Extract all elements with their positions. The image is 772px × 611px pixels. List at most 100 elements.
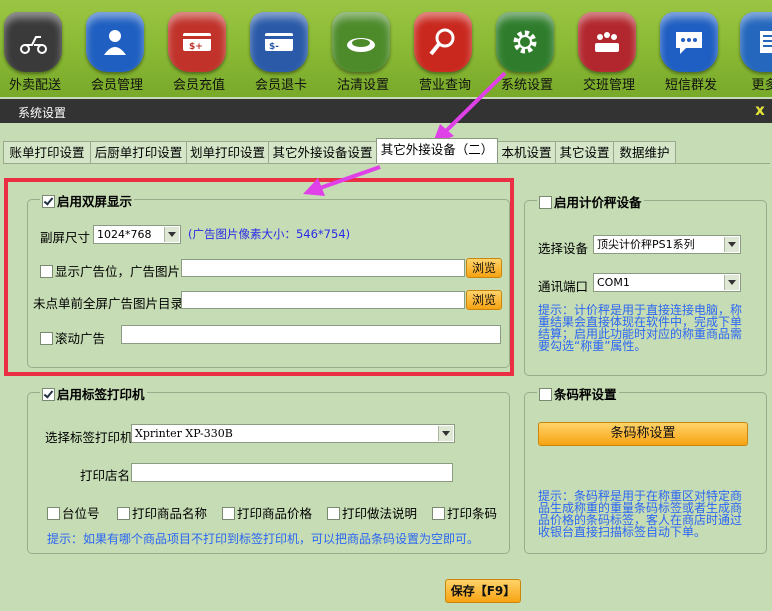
tab-external-devices-2[interactable]: 其它外接设备（二） [376,138,498,163]
method-desc-checkbox[interactable] [327,507,340,520]
tab-checkoff-print[interactable]: 划单打印设置 [186,141,269,163]
barcode-tip-line: 收银台直接扫描标签自动下单。 [538,525,707,539]
pixel-size-hint: (广告图片像素大小：546*754) [188,227,351,241]
svg-text:$+: $+ [189,42,203,52]
resolution-value: 1024*768 [97,228,152,241]
scroll-ad-input[interactable] [121,325,501,344]
browse-fullscreen-dir-button[interactable]: 浏览 [466,290,502,310]
dual-screen-legend[interactable]: 启用双屏显示 [40,191,135,210]
product-price-checkbox[interactable] [222,507,235,520]
dual-screen-title: 启用双屏显示 [57,194,133,209]
toolbar-item-more[interactable]: 更多功 [730,8,772,94]
printer-select-label: 选择标签打印机 [45,430,133,445]
barcode-checkbox[interactable] [432,507,445,520]
toolbar-item-label: 会员退卡 [254,78,307,93]
chevron-down-icon [724,237,739,252]
opt-barcode[interactable]: 打印条码 [432,503,497,522]
toolbar-item-label: 沽清设置 [336,78,389,93]
scale-tip-line: 要勾选“称重”属性。 [538,339,647,353]
table-no-checkbox[interactable] [47,507,60,520]
chevron-down-icon [164,227,179,242]
toolbar-item-delivery[interactable]: 外卖配送 [0,8,76,94]
label-printer-checkbox[interactable] [42,388,55,401]
dialog-title: 系统设置 [18,106,67,120]
ad-image-input[interactable] [181,259,465,277]
tab-other-settings[interactable]: 其它设置 [555,141,614,163]
toolbar-item-recharge[interactable]: $+ 会员充值 [158,8,240,94]
scroll-ad-option[interactable]: 滚动广告 [40,328,105,347]
tab-divider [3,163,770,164]
barcode-scale-title: 条码秤设置 [554,387,617,402]
scooter-icon [4,12,62,72]
tab-local-settings[interactable]: 本机设置 [497,141,556,163]
gear-icon [496,12,554,72]
toolbar-item-label: 更多功 [751,78,772,93]
tab-kitchen-print[interactable]: 后厨单打印设置 [90,141,187,163]
dialog-titlebar: 系统设置 x [0,99,772,123]
show-ad-checkbox[interactable] [40,265,53,278]
printer-value: Xprinter XP-330B [135,427,233,440]
toolbar-item-shift[interactable]: 交班管理 [568,8,650,94]
barcode-scale-tip: 提示：条码秤是用于在称重区对特定商 品生成称重的重量条码标签或者生成商 品价格的… [538,490,758,538]
scroll-ad-checkbox[interactable] [40,332,53,345]
toolbar-item-business-query[interactable]: 营业查询 [404,8,486,94]
resolution-select[interactable]: 1024*768 [93,225,181,244]
opt-product-name[interactable]: 打印商品名称 [117,503,207,522]
main-toolbar: 外卖配送 会员管理 $+ 会员充值 $- 会员退卡 沽清设置 营业查询 系统设置 [0,0,772,97]
scale-legend[interactable]: 启用计价秤设备 [537,192,644,211]
search-icon [414,12,472,72]
option-label: 打印商品价格 [237,506,313,521]
toolbar-item-member[interactable]: 会员管理 [76,8,158,94]
member-icon [86,12,144,72]
shop-name-input[interactable] [131,463,453,482]
barcode-scale-settings-button[interactable]: 条码称设置 [538,422,748,446]
scale-device-label: 选择设备 [538,241,589,256]
close-icon: x [755,101,765,119]
opt-product-price[interactable]: 打印商品价格 [222,503,312,522]
show-ad-option[interactable]: 显示广告位，广告图片 [40,261,180,280]
save-button[interactable]: 保存【F9】 [445,579,521,603]
scale-checkbox[interactable] [539,196,552,209]
scale-device-select[interactable]: 顶尖计价秤PS1系列 [593,235,741,254]
toolbar-item-label: 交班管理 [582,78,635,93]
toolbar-item-system-settings[interactable]: 系统设置 [486,8,568,94]
opt-method-desc[interactable]: 打印做法说明 [327,503,417,522]
close-button[interactable]: x [752,102,768,118]
toolbar-item-refund[interactable]: $- 会员退卡 [240,8,322,94]
dual-screen-checkbox[interactable] [42,195,55,208]
printer-select[interactable]: Xprinter XP-330B [131,424,455,443]
svg-text:$-: $- [269,42,279,52]
show-ad-label: 显示广告位，广告图片 [55,264,181,279]
shop-name-label: 打印店名 [80,468,131,483]
option-label: 打印商品名称 [132,506,208,521]
resolution-label: 副屏尺寸 [40,230,91,245]
toolbar-item-soldout[interactable]: 沽清设置 [322,8,404,94]
opt-table-no[interactable]: 台位号 [47,503,100,522]
chevron-down-icon [724,275,739,290]
tab-external-devices[interactable]: 其它外接设备设置 [268,141,377,163]
more-icon [740,12,772,72]
scale-tip: 提示：计价秤是用于直接连接电脑，称 重结果会直接体现在软件中，完成下单 结算；启… [538,304,758,352]
chevron-down-icon [438,426,453,441]
toolbar-item-sms[interactable]: 短信群发 [650,8,732,94]
product-name-checkbox[interactable] [117,507,130,520]
barcode-scale-legend[interactable]: 条码秤设置 [537,384,619,403]
fullscreen-dir-input[interactable] [181,291,465,309]
browse-ad-image-button[interactable]: 浏览 [466,258,502,278]
toolbar-item-label: 短信群发 [664,78,717,93]
toolbar-item-label: 营业查询 [418,78,471,93]
option-label: 打印条码 [447,506,498,521]
tab-bill-print[interactable]: 账单打印设置 [3,141,91,163]
barcode-scale-checkbox[interactable] [539,388,552,401]
scale-device-value: 顶尖计价秤PS1系列 [597,238,695,251]
toolbar-item-label: 外卖配送 [8,78,61,93]
meeting-icon [578,12,636,72]
scale-title: 启用计价秤设备 [554,195,642,210]
plate-icon [332,12,390,72]
fullscreen-dir-label: 未点单前全屏广告图片目录 [33,296,184,311]
toolbar-item-label: 系统设置 [500,78,553,93]
scale-port-select[interactable]: COM1 [593,273,741,292]
label-printer-legend[interactable]: 启用标签打印机 [40,384,147,403]
tab-data-maintenance[interactable]: 数据维护 [613,141,676,163]
scale-port-label: 通讯端口 [538,279,589,294]
